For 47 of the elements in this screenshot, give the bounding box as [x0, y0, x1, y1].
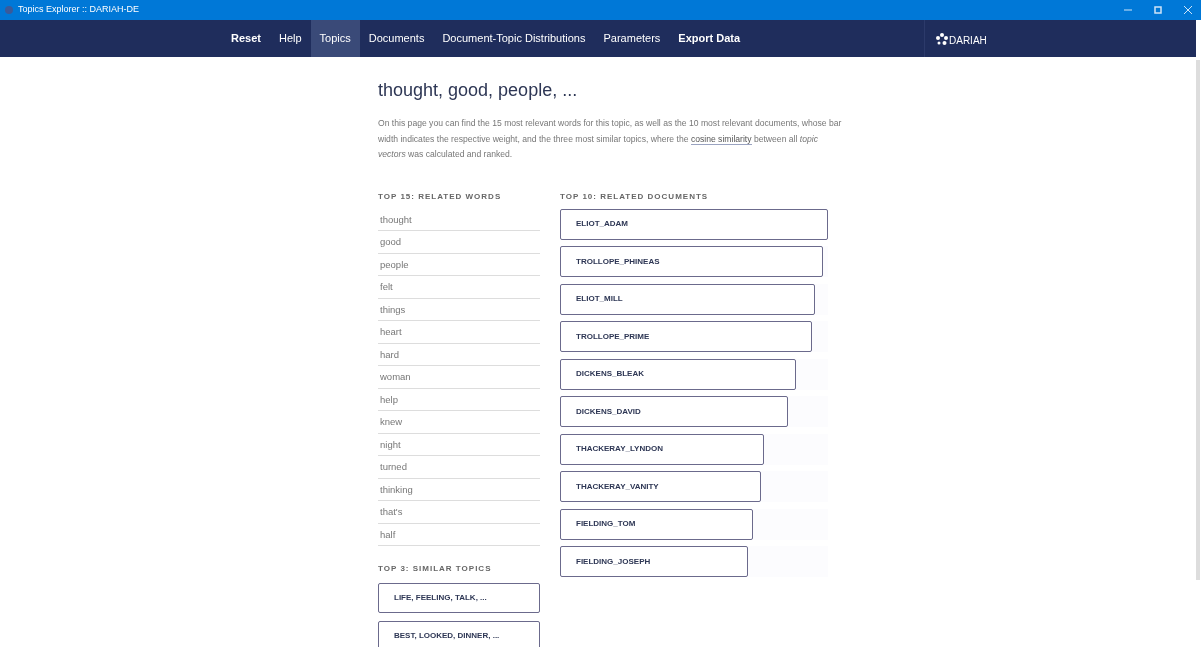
word-item: things	[378, 298, 540, 321]
nav-tab[interactable]: Documents	[359, 20, 434, 57]
section-heading: TOP 10: RELATED DOCUMENTS	[560, 190, 709, 203]
app-icon	[4, 5, 14, 15]
word-item: turned	[378, 456, 540, 479]
word-item: thinking	[378, 478, 540, 501]
brand-logo[interactable]: DARIAH	[935, 31, 987, 46]
cosine-similarity-link[interactable]: cosine similarity	[690, 133, 752, 145]
document-bar[interactable]: DICKENS_DAVID	[560, 396, 788, 427]
close-icon[interactable]	[1183, 5, 1193, 15]
nav-tab[interactable]: Export Data	[669, 20, 750, 57]
window-title: Topics Explorer :: DARIAH-DE	[18, 3, 140, 17]
document-bar[interactable]: ELIOT_MILL	[560, 283, 815, 315]
word-item: hard	[378, 343, 540, 366]
page-heading: thought, good, people, ...	[378, 79, 578, 102]
word-item: half	[378, 523, 540, 546]
document-bar[interactable]: FIELDING_TOM	[560, 508, 753, 540]
brand-name: DARIAH	[949, 35, 987, 46]
document-bar[interactable]: DICKENS_BLEAK	[560, 358, 796, 390]
word-item: people	[378, 253, 540, 276]
word-item: good	[378, 231, 540, 254]
restore-icon[interactable]	[1153, 5, 1163, 15]
flower-logo-icon	[935, 31, 949, 46]
word-item: help	[378, 388, 540, 411]
section-heading: TOP 3: SIMILAR TOPICS	[378, 563, 492, 575]
nav-tab[interactable]: Topics	[310, 20, 360, 57]
intro-paragraph: On this page you can find the 15 most relevant words for this topic, as well as the 10 most relevant documents, whose bar width indicates the respective weight, and the three most similar topics, where the cosine similarity between all topic vectors was calculated and ranked.	[378, 117, 843, 161]
word-item: heart	[378, 321, 540, 344]
word-item: thought	[378, 208, 540, 231]
word-item: woman	[378, 366, 540, 389]
nav-tab[interactable]: Parameters	[594, 20, 670, 57]
section-heading: TOP 15: RELATED WORDS	[378, 190, 502, 203]
nav-tab[interactable]: Help	[269, 20, 311, 57]
document-bar[interactable]: THACKERAY_VANITY	[560, 471, 761, 502]
document-bar[interactable]: THACKERAY_LYNDON	[560, 433, 764, 465]
nav-tab[interactable]: Reset	[222, 20, 270, 57]
document-bar[interactable]: FIELDING_JOSEPH	[560, 546, 748, 577]
document-bar[interactable]: TROLLOPE_PHINEAS	[560, 246, 823, 277]
word-item: night	[378, 433, 540, 456]
nav-tab[interactable]: Document-Topic Distributions	[433, 20, 595, 57]
document-bar[interactable]: ELIOT_ADAM	[560, 208, 828, 240]
word-item: knew	[378, 411, 540, 434]
document-bar[interactable]: TROLLOPE_PRIME	[560, 321, 812, 352]
word-item: felt	[378, 276, 540, 299]
similar-topic-button[interactable]: LIFE, FEELING, TALK, ...	[378, 583, 540, 613]
similar-topic-button[interactable]: BEST, LOOKED, DINNER, ...	[378, 621, 540, 647]
word-item: that's	[378, 501, 540, 524]
